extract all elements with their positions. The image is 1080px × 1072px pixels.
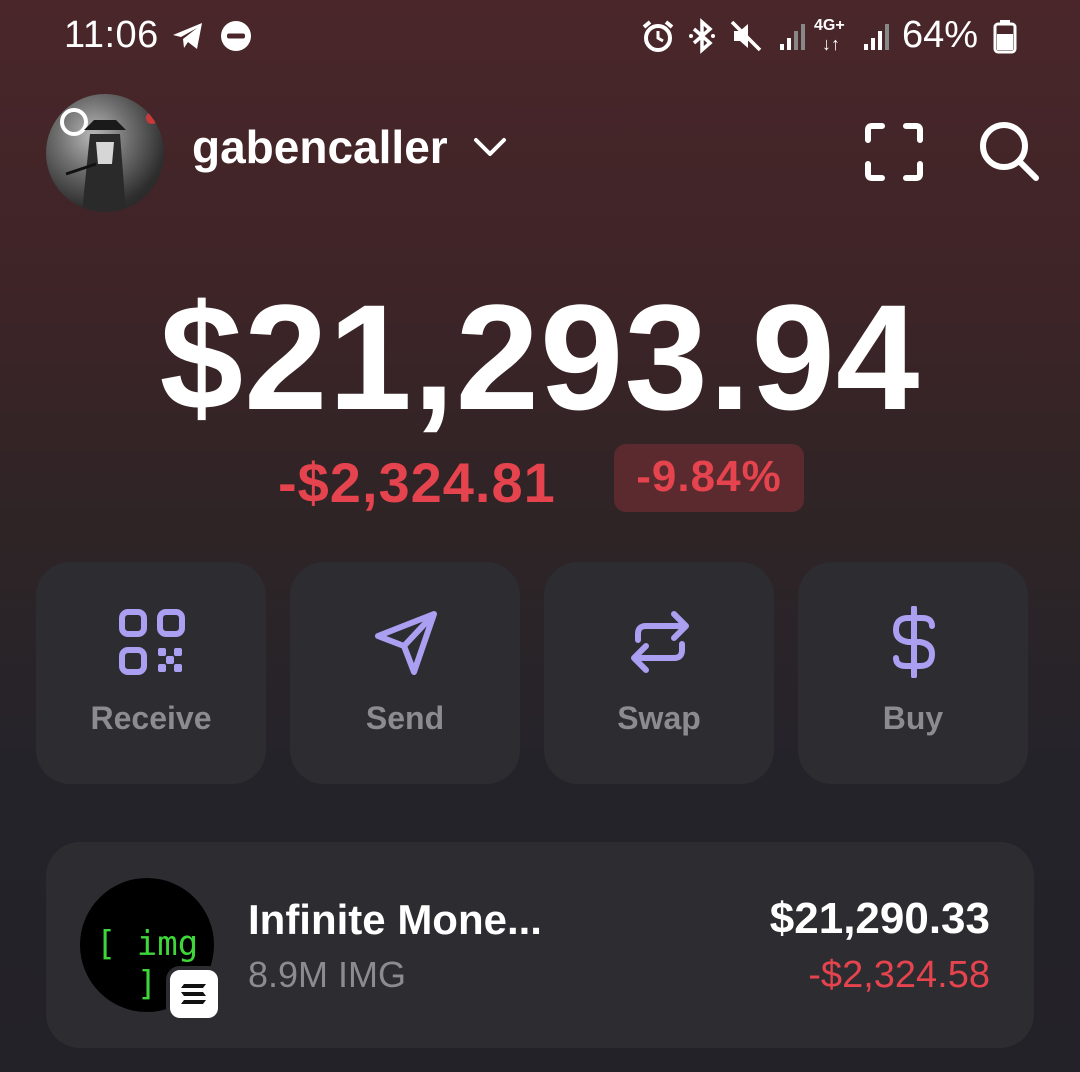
dollar-icon <box>893 606 935 678</box>
token-name: Infinite Mone... <box>248 896 542 943</box>
buy-label: Buy <box>882 700 944 736</box>
receive-button[interactable]: Receive <box>36 562 266 784</box>
mute-icon <box>730 20 762 52</box>
send-label: Send <box>365 700 445 736</box>
swap-button[interactable]: Swap <box>544 562 774 784</box>
status-time: 11:06 <box>64 14 159 56</box>
search-icon[interactable] <box>976 118 1042 184</box>
chevron-down-icon[interactable] <box>470 132 510 164</box>
status-bar: 11:06 4G+ ↓↑ 64% <box>0 0 1080 72</box>
receive-label: Receive <box>90 700 212 736</box>
balance-change-amount: -$2,324.81 <box>278 451 556 514</box>
battery-icon <box>993 20 1017 54</box>
account-name[interactable]: gabencaller <box>192 120 448 174</box>
telegram-icon <box>173 23 202 49</box>
buy-button[interactable]: Buy <box>798 562 1028 784</box>
swap-icon <box>631 611 689 673</box>
signal-icon <box>864 24 889 50</box>
solana-icon <box>166 966 222 1022</box>
battery-percent: 64% <box>902 14 979 56</box>
solana-mark <box>181 984 206 1004</box>
swap-label: Swap <box>617 700 701 736</box>
token-amount: 8.9M IMG <box>248 954 407 995</box>
scan-icon[interactable] <box>862 120 926 184</box>
token-change: -$2,324.58 <box>808 954 990 996</box>
signal-icon <box>780 24 805 50</box>
total-balance: $21,293.94 <box>159 273 921 441</box>
qr-code-icon <box>119 609 185 675</box>
send-icon <box>375 611 437 675</box>
balance-change-row: -$2,324.81 -9.84% <box>0 444 1080 514</box>
token-row[interactable]: [ img ] Infinite Mone... 8.9M IMG $21,29… <box>46 842 1034 1048</box>
do-not-disturb-icon <box>221 21 251 51</box>
avatar-image <box>60 108 158 212</box>
data-arrows-icon: ↓↑ <box>822 34 840 54</box>
token-value: $21,290.33 <box>769 894 990 943</box>
send-button[interactable]: Send <box>290 562 520 784</box>
network-type: 4G+ <box>814 17 845 34</box>
balance-change-percent: -9.84% <box>636 452 782 501</box>
avatar[interactable] <box>46 94 164 212</box>
balance-change-badge: -9.84% <box>614 444 804 512</box>
bluetooth-icon <box>689 18 715 54</box>
alarm-icon <box>642 20 674 52</box>
